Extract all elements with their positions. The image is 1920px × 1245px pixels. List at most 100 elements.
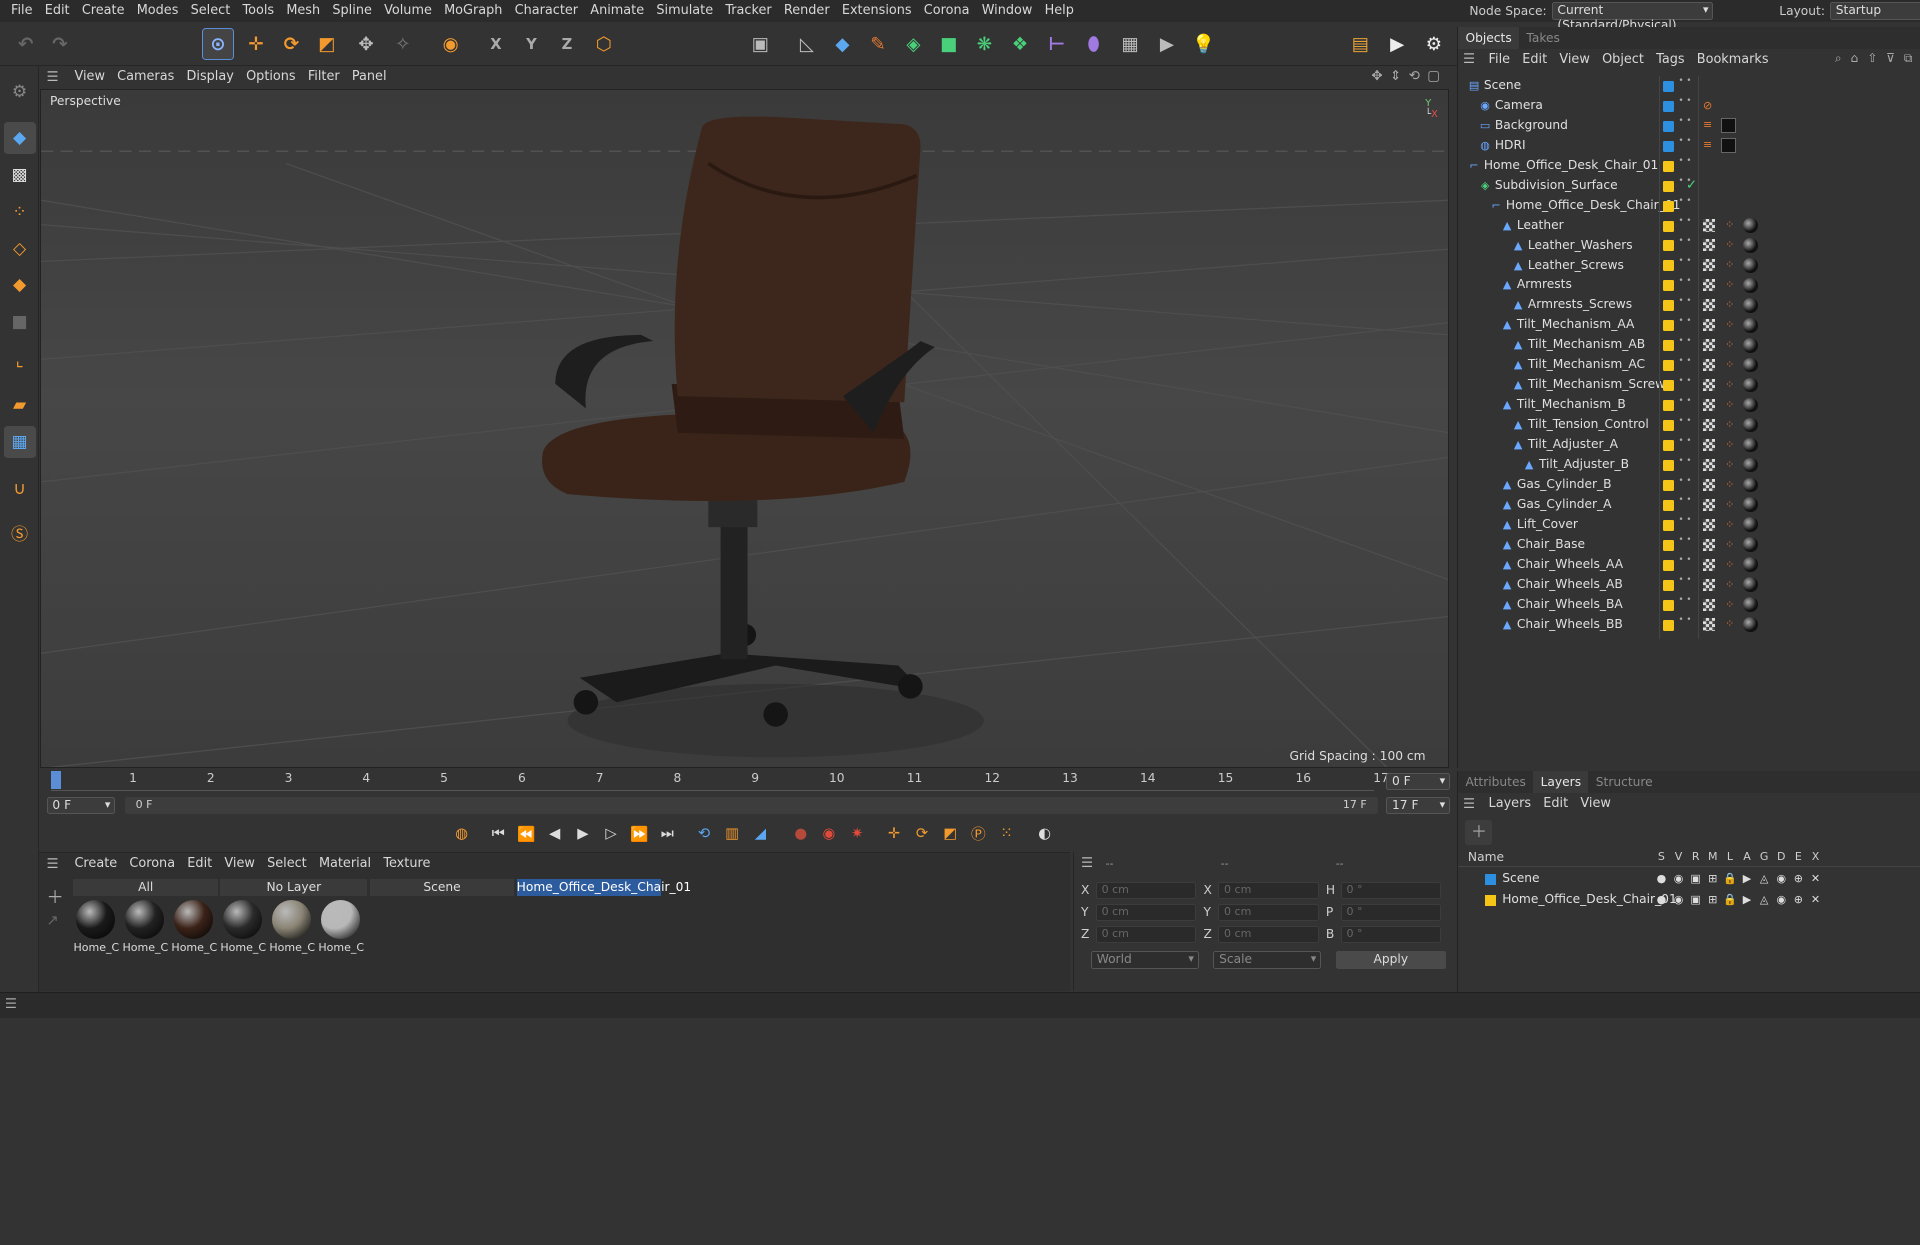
material-tag-icon[interactable]	[1743, 617, 1759, 632]
coord-value-field[interactable]: 0 cm	[1218, 925, 1319, 943]
visibility-dots-icon[interactable]: • •	[1679, 97, 1692, 106]
layer-menu-layers[interactable]: Layers	[1482, 793, 1537, 815]
hamburger-icon[interactable]: ☰	[1081, 856, 1093, 871]
autokey-icon[interactable]: ◉	[817, 822, 841, 846]
node-space-dropdown[interactable]: Current (Standard/Physical)	[1551, 2, 1714, 32]
visible-icon[interactable]: ◉	[1671, 890, 1686, 910]
lock-icon[interactable]: 🔒	[1723, 890, 1738, 910]
visibility-dots-icon[interactable]: • •	[1679, 436, 1692, 445]
record-active-icon[interactable]: ●	[789, 822, 813, 846]
layer-color-swatch[interactable]	[1662, 460, 1674, 472]
material-tag-icon[interactable]	[1743, 377, 1759, 393]
coord-value-field[interactable]: 0 cm	[1218, 881, 1319, 899]
visibility-dots-icon[interactable]: • •	[1679, 117, 1692, 126]
visibility-dots-icon[interactable]: • •	[1679, 317, 1692, 326]
material-menu-edit[interactable]: Edit	[181, 853, 218, 875]
light-icon[interactable]: 💡	[1188, 28, 1220, 60]
visibility-dots-icon[interactable]: • •	[1679, 356, 1692, 365]
layer-flag-header[interactable]: E	[1791, 850, 1806, 863]
visibility-dots-icon[interactable]: • •	[1679, 536, 1692, 545]
texture-tag-icon[interactable]	[1703, 558, 1716, 571]
material-tag-icon[interactable]	[1743, 257, 1759, 273]
uvw-tag-icon[interactable]: ⁘	[1725, 398, 1735, 411]
object-row[interactable]: ◍ HDRI • • ≡	[1458, 136, 1920, 156]
layer-color-swatch[interactable]	[1662, 300, 1674, 312]
deformer-icon[interactable]: ◉	[1774, 869, 1789, 889]
spline-icon[interactable]: ✎	[862, 28, 894, 60]
cube-icon[interactable]: ◆	[827, 28, 859, 60]
texture-tag-icon[interactable]	[1703, 598, 1716, 611]
toggle-view-icon[interactable]: ▢	[1427, 69, 1440, 84]
object-menu-tags[interactable]: Tags	[1650, 49, 1691, 71]
uvw-tag-icon[interactable]: ⁘	[1725, 538, 1735, 551]
layer-color-swatch[interactable]	[1485, 874, 1497, 886]
layer-color-swatch[interactable]	[1662, 340, 1674, 352]
material-tag-icon[interactable]	[1743, 297, 1759, 313]
coord-value-field[interactable]: 0 cm	[1218, 903, 1319, 921]
visible-icon[interactable]: ◉	[1671, 869, 1686, 889]
uvw-tag-icon[interactable]: ⁘	[1725, 558, 1735, 571]
render-icon[interactable]: ▣	[1688, 890, 1703, 910]
material-menu-create[interactable]: Create	[68, 853, 123, 875]
object-row[interactable]: ▲ Leather_Washers • • ⁘	[1458, 236, 1920, 256]
texture-tag-icon[interactable]	[1703, 299, 1716, 312]
material-tag-icon[interactable]	[1743, 357, 1759, 373]
layer-color-swatch[interactable]	[1662, 280, 1674, 292]
material-menu-corona[interactable]: Corona	[123, 853, 181, 875]
layer-flag-header[interactable]: D	[1774, 850, 1789, 863]
scale-tool-icon[interactable]: ◩	[311, 28, 343, 60]
rotate-view-icon[interactable]: ⟲	[1409, 69, 1420, 84]
spline-pen-icon[interactable]: ◺	[791, 28, 823, 60]
layer-color-swatch[interactable]	[1662, 559, 1674, 571]
material-tag-icon[interactable]	[1743, 517, 1759, 533]
object-row[interactable]: ▲ Gas_Cylinder_A • • ⁘	[1458, 495, 1920, 515]
previous-frame-icon[interactable]: ◀	[542, 822, 566, 846]
material-filter-tab[interactable]: Scene	[369, 878, 515, 897]
uvw-tag-icon[interactable]: ⁘	[1725, 518, 1735, 531]
layer-color-swatch[interactable]	[1485, 895, 1497, 907]
object-row[interactable]: ◈ Subdivision_Surface • • ✓	[1458, 176, 1920, 196]
object-row[interactable]: ▤ Scene • •	[1458, 76, 1920, 96]
uvw-tag-icon[interactable]: ⁘	[1725, 318, 1735, 331]
record-key-icon[interactable]: ◍	[449, 822, 473, 846]
motion-clip-icon[interactable]: ◐	[1032, 822, 1056, 846]
expression-icon[interactable]: ⊕	[1791, 890, 1806, 910]
texture-tag-icon[interactable]	[1703, 418, 1716, 432]
layer-row[interactable]: Home_Office_Desk_Chair_01 ● ◉ ▣ ⊞ 🔒 ▶ ◬ ◉ ⊕ ✕	[1458, 890, 1920, 910]
texture-tag-icon[interactable]	[1703, 239, 1716, 252]
visibility-dots-icon[interactable]: • •	[1679, 197, 1692, 206]
layer-color-swatch[interactable]	[1662, 140, 1674, 152]
undo-icon[interactable]: ↶	[10, 28, 42, 60]
render-icon[interactable]: ▣	[1688, 869, 1703, 889]
go-to-start-icon[interactable]: ⏮	[486, 822, 510, 846]
viewport-menu-filter[interactable]: Filter	[302, 66, 346, 88]
current-frame-field[interactable]: 0 F	[1386, 772, 1450, 790]
layer-color-swatch[interactable]	[1662, 100, 1674, 112]
search-icon[interactable]: ⌕	[1835, 51, 1842, 65]
layer-color-swatch[interactable]	[1662, 120, 1674, 132]
frame-ruler[interactable]: 01234567891011121314151617	[51, 771, 1389, 791]
menu-select[interactable]: Select	[185, 0, 237, 22]
visibility-dots-icon[interactable]: • •	[1679, 416, 1692, 425]
material-tag-icon[interactable]	[1743, 218, 1759, 233]
snap-grid-icon[interactable]: ▦	[3, 426, 36, 458]
material-tag-icon[interactable]	[1721, 138, 1737, 153]
material-thumbnail[interactable]: Home_C	[171, 899, 217, 954]
texture-tag-icon[interactable]	[1703, 538, 1716, 551]
film-icon[interactable]: ▥	[720, 822, 744, 846]
layer-flag-header[interactable]: A	[1740, 850, 1755, 863]
object-row[interactable]: ◉ Camera • • ⊘	[1458, 96, 1920, 116]
uvw-tag-icon[interactable]: ⁘	[1725, 598, 1735, 611]
object-row[interactable]: ▲ Chair_Wheels_AB • • ⁘	[1458, 575, 1920, 595]
loop-icon[interactable]: ⟲	[692, 822, 716, 846]
material-tag-icon[interactable]	[1743, 577, 1759, 592]
object-row[interactable]: ▲ Lift_Cover • • ⁘	[1458, 515, 1920, 535]
animation-icon[interactable]: ▶	[1740, 890, 1755, 910]
material-tag-icon[interactable]	[1743, 477, 1759, 493]
expression-icon[interactable]: ⊕	[1791, 869, 1806, 889]
menu-volume[interactable]: Volume	[378, 0, 438, 22]
add-icon[interactable]: ＋	[47, 883, 64, 908]
tab-layers[interactable]: Layers	[1533, 771, 1589, 794]
uvw-tag-icon[interactable]: ⁘	[1725, 458, 1735, 471]
uvw-tag-icon[interactable]: ⁘	[1725, 478, 1735, 491]
